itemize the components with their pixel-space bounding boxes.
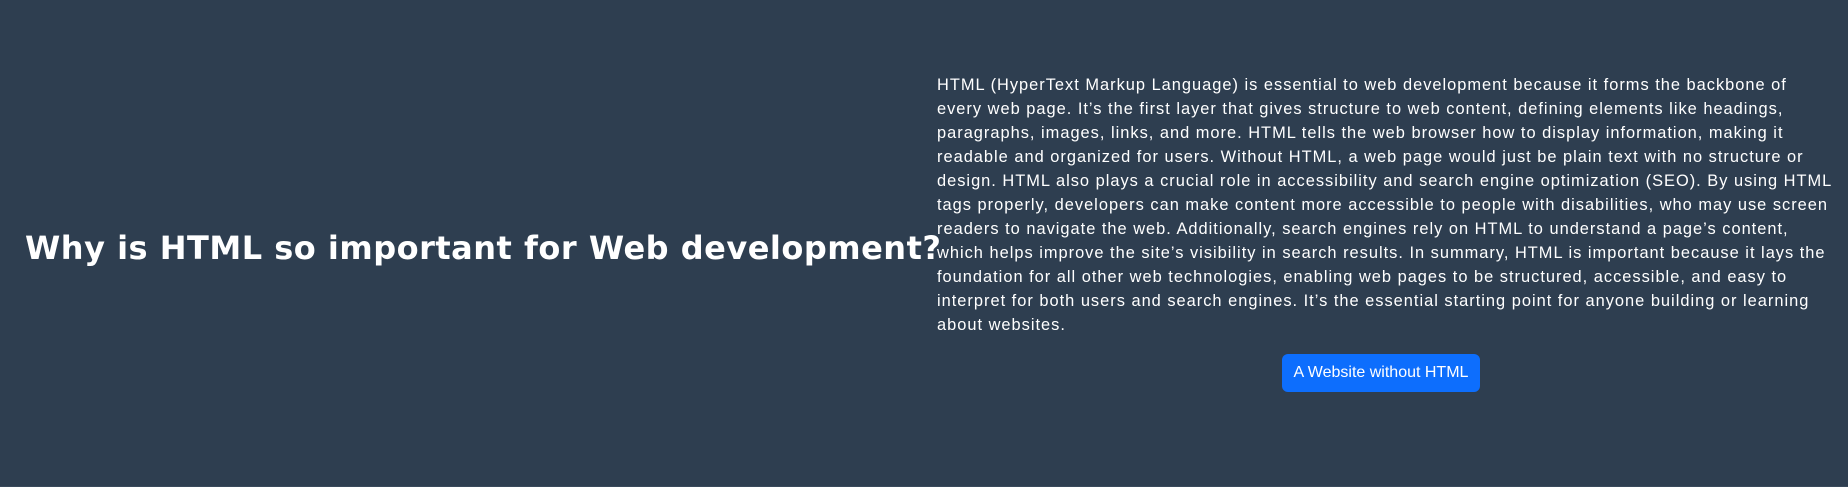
section-paragraph: HTML (HyperText Markup Language) is esse… — [937, 76, 1832, 334]
text-column: HTML (HyperText Markup Language) is esse… — [937, 73, 1837, 392]
website-without-html-button[interactable]: A Website without HTML — [1281, 354, 1481, 392]
heading-column: Why is HTML so important for Web develop… — [0, 225, 941, 267]
section-heading: Why is HTML so important for Web develop… — [25, 228, 942, 267]
button-container: A Website without HTML — [937, 354, 1837, 392]
